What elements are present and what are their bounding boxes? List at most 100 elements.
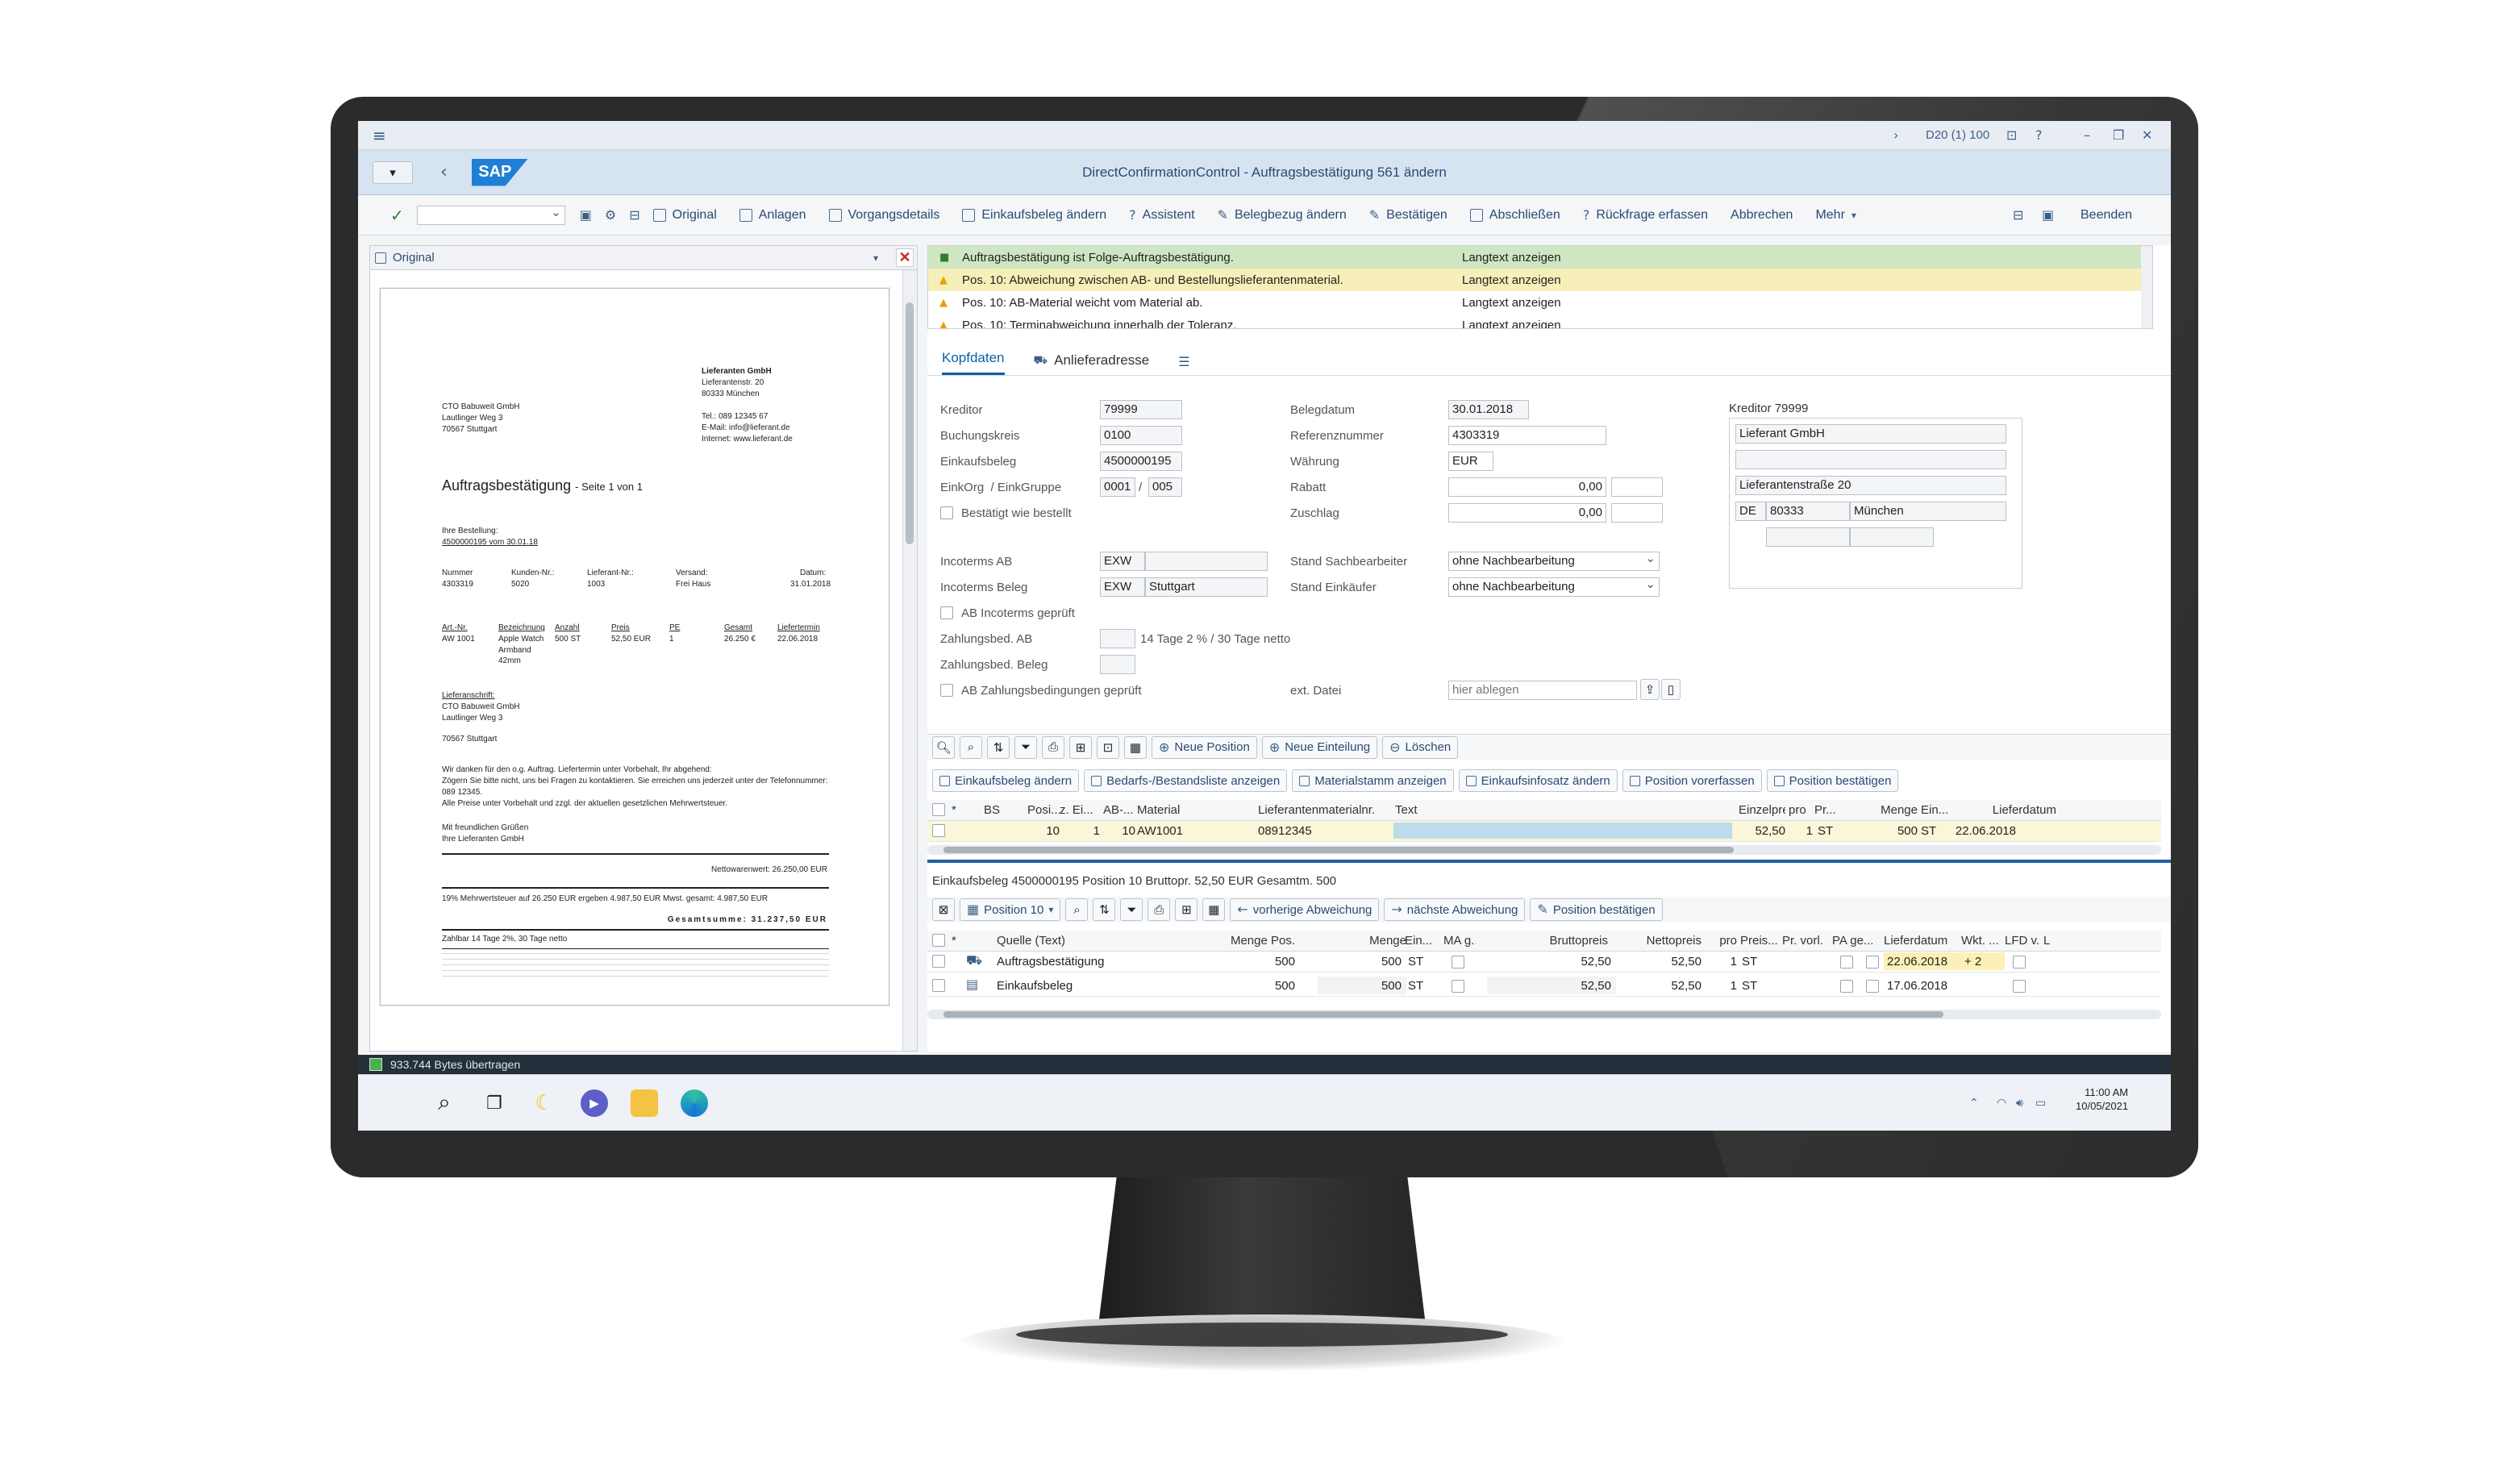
browse-icon[interactable]: ▯ xyxy=(1661,679,1681,700)
toolbar-assistent-button[interactable]: ? Assistent xyxy=(1119,201,1204,230)
checkmark-icon[interactable]: ✓ xyxy=(390,207,404,223)
table-cell[interactable]: 500 xyxy=(1850,824,1918,838)
table-row[interactable]: ▤ Einkaufsbeleg 500 500 ST 52,50 52,50 1 ST 17.06… xyxy=(927,976,2161,997)
item-action-button[interactable]: Bedarfs-/Bestandsliste anzeigen xyxy=(1084,769,1288,792)
toolbar-mehr-button[interactable]: Mehr ▾ xyxy=(1806,201,1865,230)
task-view-icon[interactable]: ❐ xyxy=(481,1089,508,1117)
battery-icon[interactable]: ▭ xyxy=(2035,1098,2046,1109)
layout-icon[interactable]: ⊟ xyxy=(629,208,639,222)
buchungskreis-field[interactable]: 0100 xyxy=(1100,426,1182,445)
position-bestaetigen-button[interactable]: ✎ Position bestätigen xyxy=(1530,898,1663,921)
table-cell[interactable]: 22.06.2018 xyxy=(1951,824,2016,838)
incoterms-geprueft-checkbox[interactable] xyxy=(940,606,953,619)
column-header[interactable]: pro xyxy=(1789,803,1813,817)
minimize-icon[interactable]: – xyxy=(2084,128,2090,142)
widgets-icon[interactable]: ☾ xyxy=(531,1089,558,1117)
edge-browser-icon[interactable] xyxy=(681,1089,708,1117)
row-checkbox[interactable] xyxy=(932,824,945,837)
pa-ge-checkbox[interactable] xyxy=(1866,980,1879,993)
table-row[interactable]: ⛟ Auftragsbestätigung 500 500 ST 52,50 52,50 1 S… xyxy=(927,952,2161,973)
menu-dropdown-icon[interactable]: ▾ xyxy=(373,160,413,184)
lfd-checkbox[interactable] xyxy=(2013,956,2026,969)
items-hscroll[interactable] xyxy=(927,845,2161,855)
search-icon[interactable]: ⌕ xyxy=(960,735,982,759)
message-row[interactable]: ▲ Pos. 10: AB-Material weicht vom Materia… xyxy=(928,291,2152,314)
column-header[interactable]: z. Ei... xyxy=(1060,803,1100,817)
close-icon[interactable]: ✕ xyxy=(2142,128,2152,142)
table-cell[interactable]: 500 xyxy=(1318,979,1402,993)
select-all-checkbox[interactable] xyxy=(932,934,945,947)
table-cell[interactable]: 1 xyxy=(1789,824,1813,838)
maximize-icon[interactable]: ❐ xyxy=(2113,128,2124,142)
table-cell[interactable]: AW1001 xyxy=(1137,824,1250,838)
column-header[interactable]: Ein... xyxy=(1921,803,1951,817)
column-header[interactable]: Preis... xyxy=(1740,934,1781,948)
toolbar-belegbezug-button[interactable]: ✎ Belegbezug ändern xyxy=(1208,201,1356,230)
column-header[interactable]: Menge xyxy=(1318,934,1406,948)
langtext-link[interactable]: Langtext anzeigen xyxy=(1462,273,1561,287)
chevron-up-icon[interactable]: ⌃ xyxy=(1969,1098,1979,1109)
column-header[interactable]: LFD v... xyxy=(2005,934,2040,948)
column-header[interactable]: Nettopreis xyxy=(1616,934,1702,948)
detail-hscroll[interactable] xyxy=(927,1010,2161,1019)
table-cell[interactable]: 22.06.2018 xyxy=(1887,955,1960,969)
print-icon[interactable]: ⎙ xyxy=(1042,735,1064,759)
column-header[interactable]: Pr... xyxy=(1814,803,1847,817)
ext-datei-dropzone[interactable]: hier ablegen xyxy=(1448,681,1637,700)
table-cell[interactable]: ST xyxy=(1408,979,1437,993)
column-header[interactable]: Einzelpreis xyxy=(1739,803,1785,817)
rabatt-field[interactable]: 0,00 xyxy=(1448,477,1606,497)
screen-icon[interactable]: ▣ xyxy=(2042,208,2054,222)
zahlungsbed-beleg-field[interactable] xyxy=(1100,655,1135,674)
column-header[interactable]: Lieferdatum xyxy=(1951,803,2056,817)
column-header[interactable]: PA ge... xyxy=(1832,934,1877,948)
langtext-link[interactable]: Langtext anzeigen xyxy=(1462,251,1561,265)
zuschlag-field[interactable]: 0,00 xyxy=(1448,503,1606,523)
table-cell[interactable]: 500 xyxy=(1318,955,1402,969)
chat-icon[interactable]: ▶ xyxy=(581,1089,608,1117)
settings-icon[interactable]: ⚙ xyxy=(605,208,616,222)
toolbar-bestaetigen-button[interactable]: ✎ Bestätigen xyxy=(1360,201,1457,230)
export-icon[interactable]: ⊞ xyxy=(1069,735,1092,759)
column-header[interactable]: Lieferantenmaterialnr. xyxy=(1258,803,1387,817)
stand-sachbearbeiter-select[interactable]: ohne Nachbearbeitung xyxy=(1448,551,1660,571)
print-icon[interactable]: ⎙ xyxy=(1148,898,1171,921)
table-cell[interactable]: 1 xyxy=(1705,955,1737,969)
position-select[interactable]: ▦ Position 10 ▾ xyxy=(960,898,1061,921)
zahlungsbed-geprueft-checkbox[interactable] xyxy=(940,684,953,697)
rabatt-unit-field[interactable] xyxy=(1611,477,1663,497)
item-action-button[interactable]: Materialstamm anzeigen xyxy=(1292,769,1454,792)
column-header[interactable]: Menge xyxy=(1850,803,1918,817)
toolbar-anlagen-button[interactable]: Anlagen xyxy=(730,201,816,230)
pr-vorl-checkbox[interactable] xyxy=(1840,980,1853,993)
table-cell[interactable]: 52,50 xyxy=(1616,979,1702,993)
row-checkbox[interactable] xyxy=(932,979,945,992)
message-row[interactable]: ▲ Pos. 10: Abweichung zwischen AB- und Be… xyxy=(928,269,2152,291)
toolbar-original-button[interactable]: Original xyxy=(644,201,727,230)
item-action-button[interactable]: Position vorerfassen xyxy=(1622,769,1762,792)
pa-ge-checkbox[interactable] xyxy=(1866,956,1879,969)
file-explorer-icon[interactable] xyxy=(631,1089,658,1117)
close-pane-icon[interactable]: ✕ xyxy=(896,248,914,267)
langtext-link[interactable]: Langtext anzeigen xyxy=(1462,296,1561,310)
export-icon[interactable]: ⊞ xyxy=(1175,898,1198,921)
kreditor-field[interactable]: 79999 xyxy=(1100,400,1182,419)
command-field[interactable] xyxy=(416,205,565,225)
langtext-link[interactable]: Langtext anzeigen xyxy=(1462,319,1561,329)
incoterms-ab-place-field[interactable] xyxy=(1145,552,1268,571)
wifi-icon[interactable]: ◠ xyxy=(1997,1098,2006,1109)
chevron-down-icon[interactable]: ▾ xyxy=(873,253,878,263)
table-cell[interactable]: + 2 xyxy=(1964,955,2005,969)
table-cell[interactable]: 52,50 xyxy=(1616,955,1702,969)
zoom-icon[interactable]: 🔍︎ xyxy=(932,735,955,759)
incoterms-beleg-place-field[interactable]: Stuttgart xyxy=(1145,577,1268,597)
filter-icon[interactable]: ⏷ xyxy=(1014,735,1037,759)
scroll-thumb[interactable] xyxy=(906,302,914,544)
toolbar-vorgangsdetails-button[interactable]: Vorgangsdetails xyxy=(819,201,950,230)
column-header[interactable]: AB-... xyxy=(1103,803,1135,817)
back-icon[interactable]: ‹ xyxy=(440,163,448,181)
vorherige-abweichung-button[interactable]: ← vorherige Abweichung xyxy=(1230,898,1380,921)
column-header[interactable]: Pr. vorl. xyxy=(1782,934,1827,948)
ma-g-checkbox[interactable] xyxy=(1452,956,1464,969)
bestaetigt-checkbox[interactable] xyxy=(940,506,953,519)
